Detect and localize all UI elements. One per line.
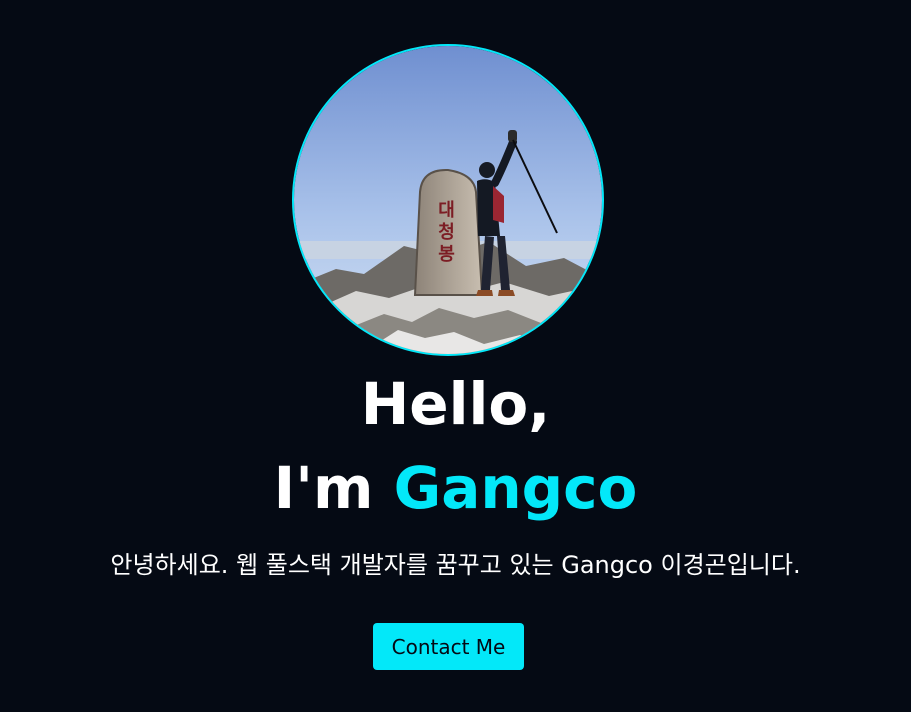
contact-me-button[interactable]: Contact Me [373,623,524,670]
summit-stone-text: 대청봉 [435,200,456,266]
greeting-heading: Hello, [0,375,911,433]
im-text: I'm [273,454,394,522]
name-heading: I'm Gangco [0,459,911,517]
greeting-text: Hello, [360,370,551,438]
intro-text: 안녕하세요. 웹 풀스택 개발자를 꿈꾸고 있는 Gangco 이경곤입니다. [110,551,801,579]
hero-section: 대청봉 Hello, I'm Gangco 안녕하세요. 웹 풀스택 개발자를 … [0,0,911,712]
profile-avatar: 대청봉 [292,44,604,356]
profile-photo: 대청봉 [294,46,602,354]
developer-name: Gangco [393,454,638,522]
